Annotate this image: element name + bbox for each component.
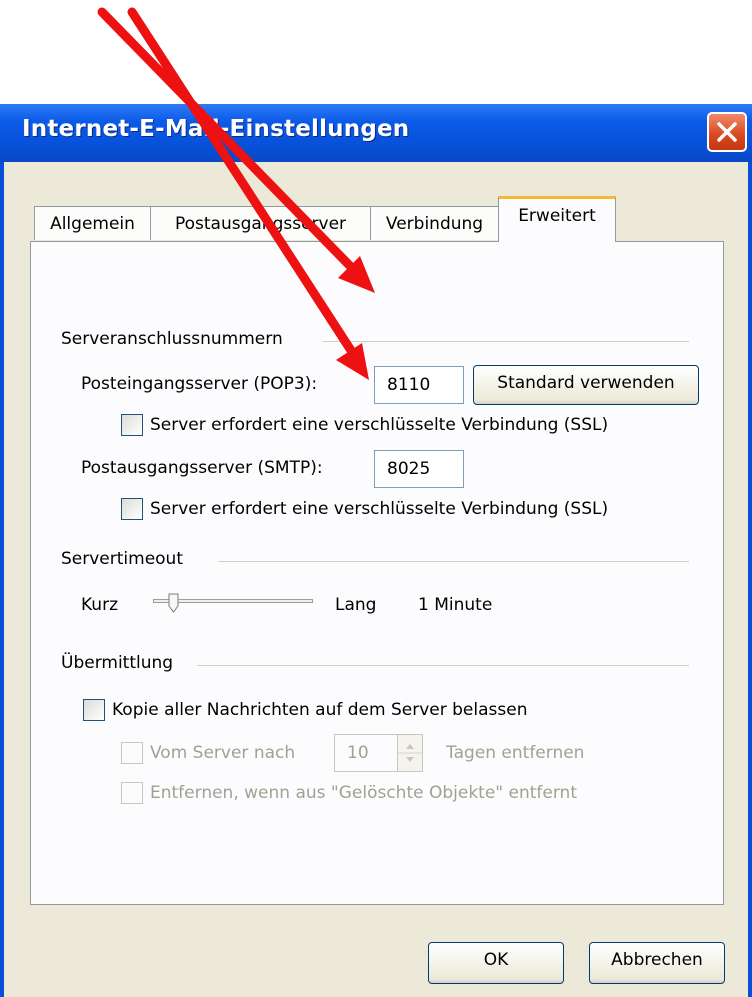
tab-label: Erweitert [518,206,596,226]
remove-days-spinner[interactable] [397,735,422,771]
group-divider [197,665,689,666]
incoming-ssl-label: Server erfordert eine verschlüsselte Ver… [150,415,609,435]
dialog-window: Internet-E-Mail-Einstellungen Allgemein … [0,104,752,997]
keep-copy-label: Kopie aller Nachrichten auf dem Server b… [112,700,528,720]
outgoing-ssl-checkbox[interactable] [121,498,143,520]
remove-after-label: Vom Server nach [150,743,296,763]
remove-after-checkbox[interactable] [121,742,143,764]
dialog-client: Allgemein Postausgangsserver Verbindung … [4,162,748,997]
window-title: Internet-E-Mail-Einstellungen [22,116,410,142]
close-button[interactable] [707,112,747,152]
tab-label: Allgemein [50,214,135,234]
tab-erweitert[interactable]: Erweitert [498,196,616,242]
outgoing-ssl-label: Server erfordert eine verschlüsselte Ver… [150,499,609,519]
tab-page-erweitert: Serveranschlussnummern Posteingangsserve… [30,241,724,905]
incoming-port-input[interactable]: 8110 [374,366,464,404]
ok-button[interactable]: OK [428,942,564,984]
outgoing-server-label: Postausgangsserver (SMTP): [81,458,323,478]
group-divider [218,561,689,562]
incoming-ssl-checkbox[interactable] [121,414,143,436]
remove-deleted-label: Entfernen, wenn aus "Gelöschte Objekte" … [150,783,578,803]
keep-copy-checkbox[interactable] [83,699,105,721]
remove-days-value: 10 [347,743,369,763]
title-bar[interactable]: Internet-E-Mail-Einstellungen [0,104,752,162]
timeout-value-text: 1 Minute [418,595,493,615]
incoming-server-label: Posteingangsserver (POP3): [81,374,318,394]
outgoing-port-input[interactable]: 8025 [374,450,464,488]
tab-postausgangsserver[interactable]: Postausgangsserver [150,206,371,240]
use-default-button[interactable]: Standard verwenden [473,365,699,405]
cancel-button[interactable]: Abbrechen [589,942,725,984]
group-heading-timeout: Servertimeout [61,549,183,569]
remove-days-input[interactable]: 10 [334,734,423,772]
timeout-long-label: Lang [335,595,377,615]
tab-verbindung[interactable]: Verbindung [370,206,499,240]
group-heading-delivery: Übermittlung [61,653,174,673]
remove-deleted-checkbox[interactable] [121,782,143,804]
group-heading-server-ports: Serveranschlussnummern [61,329,283,349]
timeout-short-label: Kurz [81,595,118,615]
timeout-slider-thumb[interactable] [168,593,179,613]
tab-allgemein[interactable]: Allgemein [34,206,151,240]
tab-label: Postausgangsserver [174,214,347,234]
remove-days-suffix: Tagen entfernen [446,743,585,763]
group-divider [323,341,689,342]
spinner-arrows-icon [398,744,422,762]
tab-label: Verbindung [385,214,484,234]
close-icon [717,122,737,142]
